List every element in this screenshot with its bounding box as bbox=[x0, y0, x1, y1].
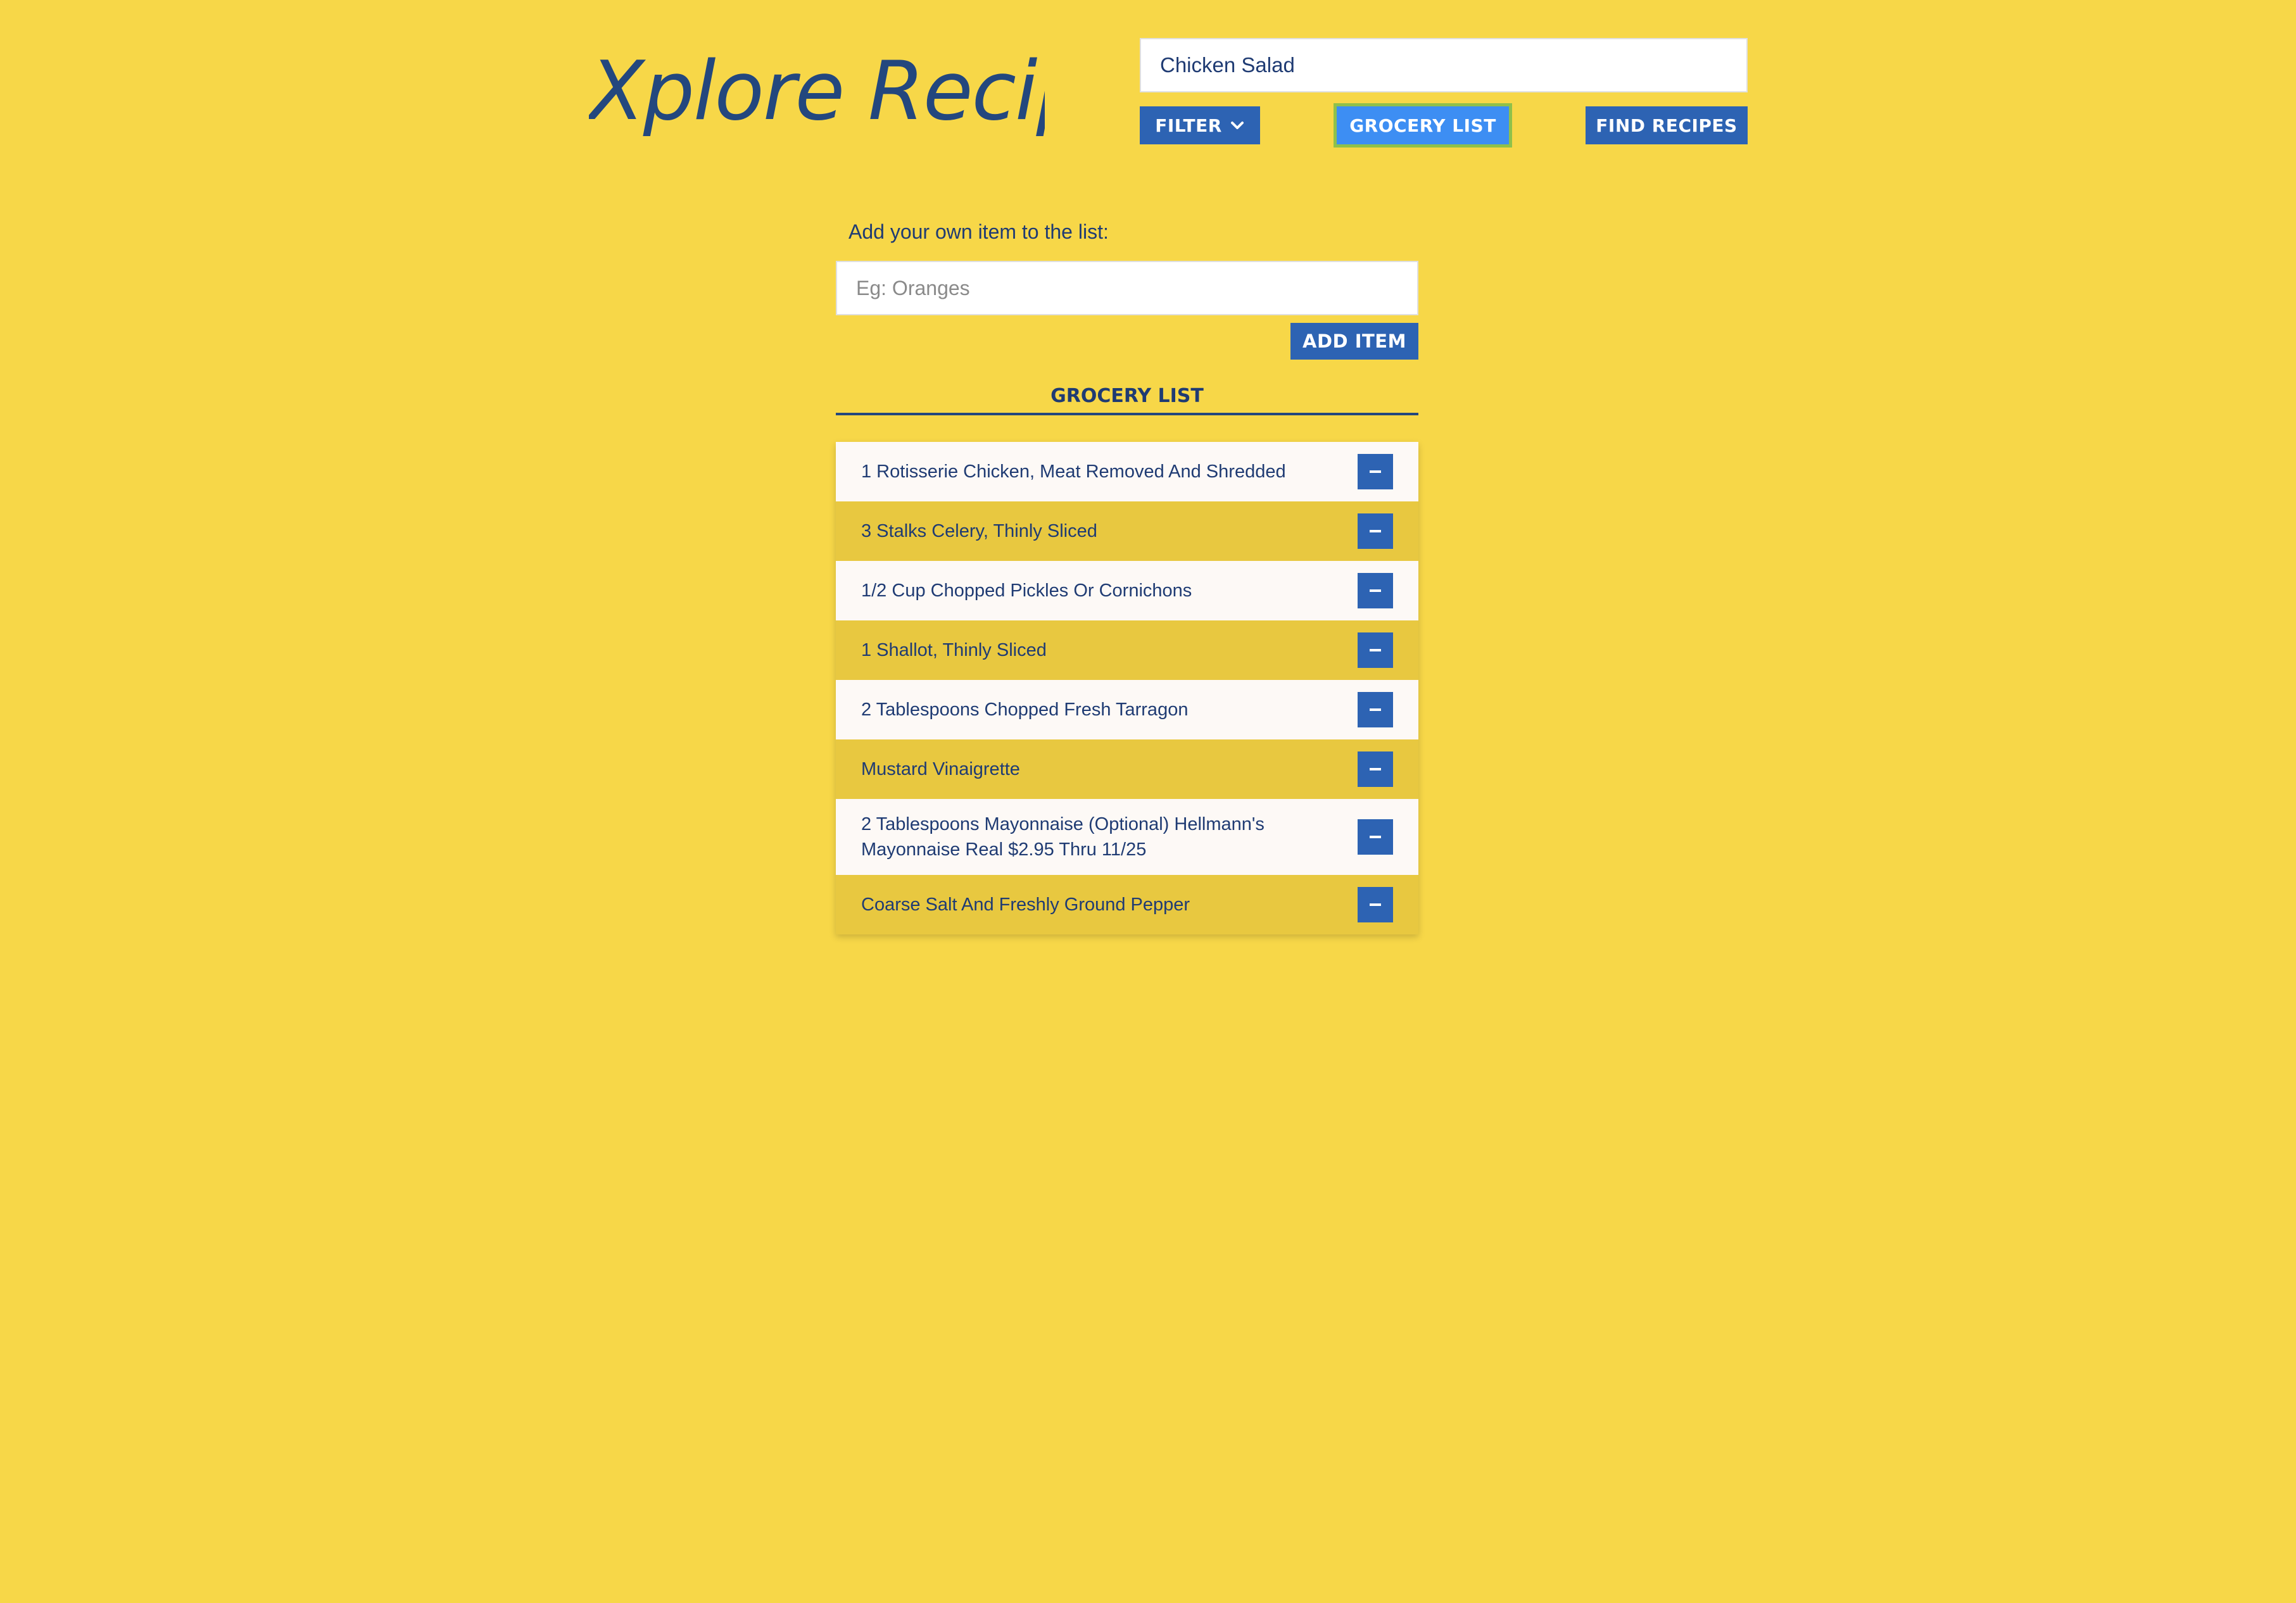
grocery-item-text: Mustard Vinaigrette bbox=[861, 759, 1020, 779]
minus-icon bbox=[1370, 530, 1381, 532]
add-item-button-label: ADD ITEM bbox=[1303, 330, 1406, 352]
filter-button[interactable]: FILTER bbox=[1140, 106, 1260, 144]
remove-item-button[interactable] bbox=[1358, 692, 1393, 727]
grocery-list-title: GROCERY LIST bbox=[1050, 385, 1204, 407]
filter-button-label: FILTER bbox=[1155, 115, 1222, 136]
grocery-item: 2 Tablespoons Chopped Fresh Tarragon bbox=[836, 680, 1418, 739]
add-item-button[interactable]: ADD ITEM bbox=[1290, 323, 1418, 360]
grocery-item-text: 2 Tablespoons Chopped Fresh Tarragon bbox=[861, 700, 1189, 720]
logo-graphic: Xplore Recipes bbox=[589, 44, 1045, 139]
chevron-down-icon bbox=[1230, 122, 1244, 129]
grocery-item-text: 1/2 Cup Chopped Pickles Or Cornichons bbox=[861, 581, 1192, 601]
minus-icon bbox=[1370, 649, 1381, 651]
grocery-item-text: 3 Stalks Celery, Thinly Sliced bbox=[861, 521, 1097, 541]
add-item-label: Add your own item to the list: bbox=[848, 220, 1109, 243]
minus-icon bbox=[1370, 836, 1381, 838]
minus-icon bbox=[1370, 903, 1381, 906]
grocery-item: 1 Rotisserie Chicken, Meat Removed And S… bbox=[836, 442, 1418, 501]
remove-item-button[interactable] bbox=[1358, 751, 1393, 787]
grocery-item-text: 2 Tablespoons Mayonnaise (Optional) Hell… bbox=[861, 814, 1265, 860]
grocery-item: 1/2 Cup Chopped Pickles Or Cornichons bbox=[836, 561, 1418, 620]
grocery-item-text: Coarse Salt And Freshly Ground Pepper bbox=[861, 895, 1190, 915]
logo[interactable]: Xplore Recipes bbox=[589, 44, 1045, 146]
remove-item-button[interactable] bbox=[1358, 513, 1393, 549]
remove-item-button[interactable] bbox=[1358, 573, 1393, 608]
grocery-item-text: 1 Rotisserie Chicken, Meat Removed And S… bbox=[861, 462, 1286, 482]
remove-item-button[interactable] bbox=[1358, 454, 1393, 489]
find-recipes-button-label: FIND RECIPES bbox=[1596, 115, 1738, 136]
grocery-list: 1 Rotisserie Chicken, Meat Removed And S… bbox=[836, 442, 1418, 934]
grocery-item-text: 1 Shallot, Thinly Sliced bbox=[861, 640, 1047, 660]
remove-item-button[interactable] bbox=[1358, 632, 1393, 668]
grocery-item: Coarse Salt And Freshly Ground Pepper bbox=[836, 875, 1418, 934]
find-recipes-button[interactable]: FIND RECIPES bbox=[1586, 106, 1748, 144]
minus-icon bbox=[1370, 589, 1381, 592]
minus-icon bbox=[1370, 708, 1381, 711]
grocery-list-divider bbox=[836, 413, 1418, 415]
grocery-item: Mustard Vinaigrette bbox=[836, 739, 1418, 799]
grocery-list-button-label: GROCERY LIST bbox=[1349, 115, 1496, 136]
add-item-input[interactable] bbox=[836, 261, 1418, 315]
logo-text: Xplore Recipes bbox=[589, 44, 1045, 139]
remove-item-button[interactable] bbox=[1358, 819, 1393, 855]
grocery-item: 1 Shallot, Thinly Sliced bbox=[836, 620, 1418, 680]
minus-icon bbox=[1370, 768, 1381, 770]
grocery-item: 3 Stalks Celery, Thinly Sliced bbox=[836, 501, 1418, 561]
remove-item-button[interactable] bbox=[1358, 887, 1393, 922]
page: Xplore Recipes FILTER GROCERY LIST FIND … bbox=[0, 0, 2296, 1603]
minus-icon bbox=[1370, 470, 1381, 473]
grocery-item: 2 Tablespoons Mayonnaise (Optional) Hell… bbox=[836, 799, 1418, 875]
grocery-list-button[interactable]: GROCERY LIST bbox=[1334, 103, 1512, 148]
recipe-search-input[interactable] bbox=[1140, 38, 1748, 92]
